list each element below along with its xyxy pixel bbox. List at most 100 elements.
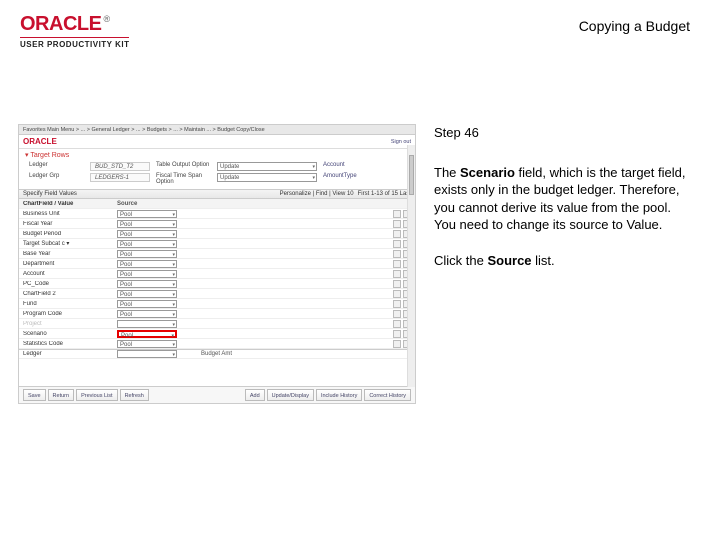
field-label: Project xyxy=(23,321,113,327)
add-row-icon[interactable] xyxy=(393,240,401,248)
footer-source-select[interactable] xyxy=(117,350,177,358)
shot-oracle-logo: ORACLE xyxy=(23,137,57,146)
refresh-button[interactable]: Refresh xyxy=(120,389,149,401)
table-row: Statistics Code Pool xyxy=(19,339,415,349)
previous-list-button[interactable]: Previous List xyxy=(76,389,118,401)
add-row-icon[interactable] xyxy=(393,220,401,228)
source-select[interactable]: Pool xyxy=(117,220,177,228)
field-label: Statistics Code xyxy=(23,341,113,347)
add-row-icon[interactable] xyxy=(393,290,401,298)
field-label: Target Subcat c ▾ xyxy=(23,240,113,247)
instruction-para-2: Click the Source list. xyxy=(434,252,694,270)
text: list. xyxy=(532,253,555,268)
scrollbar[interactable] xyxy=(407,145,415,387)
add-row-icon[interactable] xyxy=(393,260,401,268)
account-link[interactable]: Account xyxy=(323,162,345,171)
field-label: Account xyxy=(23,271,113,277)
table-row: ChartField 2Pool xyxy=(19,289,415,299)
add-row-icon[interactable] xyxy=(393,230,401,238)
oracle-logo: ORACLE xyxy=(20,13,101,35)
amount-type-link[interactable]: AmountType xyxy=(323,173,357,185)
grid-title: Specify Field Values xyxy=(23,191,77,197)
ledger-label: Ledger xyxy=(29,162,84,171)
table-output-label: Table Output Option xyxy=(156,162,211,171)
table-row: Department Pool xyxy=(19,259,415,269)
signout-link[interactable]: Sign out xyxy=(391,139,411,145)
source-select[interactable]: Pool xyxy=(117,210,177,218)
brand-block: ORACLE® USER PRODUCTIVITY KIT xyxy=(20,14,129,49)
ledger-grp-value: LEDGERS-1 xyxy=(90,173,150,182)
table-row: Base Year Pool xyxy=(19,249,415,259)
add-row-icon[interactable] xyxy=(393,330,401,338)
table-row: Program Code Pool xyxy=(19,309,415,319)
source-select[interactable]: Pool xyxy=(117,280,177,288)
source-bold: Source xyxy=(487,253,531,268)
source-select[interactable]: Pool xyxy=(117,250,177,258)
shot-nav-bar: Favorites Main Menu > ... > General Ledg… xyxy=(19,125,415,135)
table-row: PC_Code Pool xyxy=(19,279,415,289)
save-button[interactable]: Save xyxy=(23,389,46,401)
source-select[interactable]: Pool xyxy=(117,260,177,268)
field-label: Budget Period xyxy=(23,231,113,237)
source-select[interactable]: Pool xyxy=(117,270,177,278)
ledger-grp-label: Ledger Grp xyxy=(29,173,84,185)
add-button[interactable]: Add xyxy=(245,389,265,401)
add-row-icon[interactable] xyxy=(393,320,401,328)
breadcrumb: Favorites Main Menu > ... > General Ledg… xyxy=(23,127,265,133)
upk-subtitle: USER PRODUCTIVITY KIT xyxy=(20,37,129,49)
table-row-scenario: Scenario Pool xyxy=(19,329,415,339)
add-row-icon[interactable] xyxy=(393,250,401,258)
return-button[interactable]: Return xyxy=(48,389,75,401)
table-row: Budget Period Pool xyxy=(19,229,415,239)
field-label: Fund xyxy=(23,301,113,307)
instruction-para-1: The Scenario field, which is the target … xyxy=(434,164,694,234)
source-select[interactable]: Pool xyxy=(117,290,177,298)
source-select[interactable]: Pool xyxy=(117,240,177,248)
source-select[interactable]: Pool xyxy=(117,230,177,238)
table-row: Account Pool xyxy=(19,269,415,279)
instruction-panel: Step 46 The Scenario field, which is the… xyxy=(434,124,700,404)
grid-nav[interactable]: First 1-13 of 15 Last xyxy=(358,191,411,197)
source-select[interactable] xyxy=(117,320,177,328)
source-select-highlighted[interactable]: Pool xyxy=(117,330,177,338)
table-row: Target Subcat c ▾ Pool xyxy=(19,239,415,249)
target-row-1: Ledger BUD_STD_T2 Table Output Option Up… xyxy=(19,161,415,172)
scrollbar-thumb[interactable] xyxy=(409,155,414,195)
col-source: Source xyxy=(117,201,177,207)
field-label: Program Code xyxy=(23,311,113,317)
grid-tools[interactable]: Personalize | Find | View 10 xyxy=(280,191,354,197)
shot-brand-bar: ORACLE Sign out xyxy=(19,135,415,149)
table-row: Fiscal YearPool xyxy=(19,219,415,229)
footer-ledger-label: Ledger xyxy=(23,351,113,357)
include-history-button[interactable]: Include History xyxy=(316,389,362,401)
section-header[interactable]: ▾ Target Rows xyxy=(19,149,415,161)
field-label: PC_Code xyxy=(23,281,113,287)
add-row-icon[interactable] xyxy=(393,280,401,288)
add-row-icon[interactable] xyxy=(393,210,401,218)
add-row-icon[interactable] xyxy=(393,270,401,278)
field-label: Department xyxy=(23,261,113,267)
add-row-icon[interactable] xyxy=(393,340,401,348)
doc-title: Copying a Budget xyxy=(579,18,690,34)
content-row: Favorites Main Menu > ... > General Ledg… xyxy=(18,124,700,404)
table-row: Project xyxy=(19,319,415,329)
shot-toolbar: Save Return Previous List Refresh Add Up… xyxy=(19,386,415,403)
source-select[interactable]: Pool xyxy=(117,340,177,348)
scenario-bold: Scenario xyxy=(460,165,515,180)
add-row-icon[interactable] xyxy=(393,300,401,308)
update-display-button[interactable]: Update/Display xyxy=(267,389,314,401)
field-label: Base Year xyxy=(23,251,113,257)
field-label: Scenario xyxy=(23,331,113,337)
correct-history-button[interactable]: Correct History xyxy=(364,389,411,401)
add-row-icon[interactable] xyxy=(393,310,401,318)
col-field: ChartField / Value xyxy=(23,201,113,207)
text: Click the xyxy=(434,253,487,268)
target-row-2: Ledger Grp LEDGERS-1 Fiscal Time Span Op… xyxy=(19,172,415,186)
table-output-select[interactable]: Update xyxy=(217,162,317,171)
source-select[interactable]: Pool xyxy=(117,300,177,308)
grid-column-header: ChartField / Value Source xyxy=(19,199,415,209)
fiscal-time-select[interactable]: Update xyxy=(217,173,317,182)
oracle-reg-mark: ® xyxy=(103,14,110,24)
source-select[interactable]: Pool xyxy=(117,310,177,318)
text: The xyxy=(434,165,460,180)
